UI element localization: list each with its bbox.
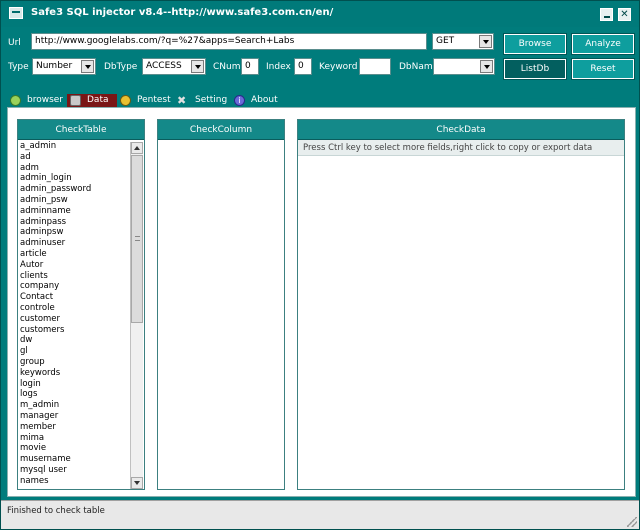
tab-label: Pentest [137,95,171,105]
tools-icon: ✖ [177,94,187,107]
list-item[interactable]: dw [19,335,126,346]
reset-button[interactable]: Reset [571,58,635,80]
database-icon [70,95,81,106]
list-item[interactable]: adminuser [19,238,126,249]
list-item[interactable]: customer [19,314,126,325]
chevron-down-icon [479,35,492,48]
list-item[interactable]: adminpass [19,217,126,228]
dbtype-label: DbType [104,62,138,72]
dbname-select[interactable] [433,58,495,75]
list-item[interactable]: musername [19,454,126,465]
check-table-panel: CheckTable a_admin ad adm admin_login admin_… [17,119,145,490]
list-item[interactable]: adminpsw [19,227,126,238]
column-list[interactable] [159,141,283,488]
table-list-scrollbar[interactable] [130,142,143,489]
list-item[interactable]: names [19,476,126,487]
table-list[interactable]: a_admin ad adm admin_login admin_password adm… [19,141,126,489]
list-item[interactable]: member [19,422,126,433]
tab-about[interactable]: i About [231,94,283,107]
data-grid[interactable] [299,158,623,488]
list-item[interactable]: mysql user [19,465,126,476]
grip-icon [135,236,140,241]
list-item[interactable]: manager [19,411,126,422]
listdb-button[interactable]: ListDb [503,58,567,80]
tab-data[interactable]: Data [67,94,117,107]
main-window: Safe3 SQL injector v8.4--http://www.safe… [0,0,640,530]
scroll-thumb[interactable] [131,155,143,323]
check-column-panel: CheckColumn [157,119,285,490]
title-bar: Safe3 SQL injector v8.4--http://www.safe… [1,1,639,27]
app-icon [9,7,23,19]
status-text: Finished to check table [7,506,105,516]
url-input[interactable]: http://www.googlelabs.com/?q=%27&apps=Se… [31,33,427,50]
method-value: GET [436,36,455,46]
browse-button[interactable]: Browse [503,33,567,55]
analyze-button[interactable]: Analyze [571,33,635,55]
list-item[interactable]: logs [19,389,126,400]
minimize-button[interactable] [600,8,613,21]
close-button[interactable]: ✕ [618,8,631,21]
globe-icon [10,95,21,106]
list-item[interactable]: controle [19,303,126,314]
list-item[interactable]: admin_password [19,184,126,195]
list-item[interactable]: group [19,357,126,368]
keyword-input[interactable] [359,58,391,75]
list-item[interactable]: Contact [19,292,126,303]
type-value: Number [36,61,73,71]
check-data-hint: Press Ctrl key to select more fields,rig… [298,140,624,156]
index-input[interactable]: 0 [294,58,312,75]
list-item[interactable]: login [19,379,126,390]
list-item[interactable]: company [19,281,126,292]
list-item[interactable]: mima [19,433,126,444]
scroll-down-arrow-icon[interactable] [131,477,143,489]
cnum-input[interactable]: 0 [241,58,259,75]
list-item[interactable]: admin_psw [19,195,126,206]
list-item[interactable]: gl [19,346,126,357]
list-item[interactable]: adm [19,163,126,174]
list-item[interactable]: adminname [19,206,126,217]
radiation-icon [120,95,131,106]
window-title: Safe3 SQL injector v8.4--http://www.safe… [31,7,334,18]
check-data-header: CheckData [298,120,624,140]
tab-label: About [251,95,278,105]
status-bar: Finished to check table [1,500,639,529]
tab-label: Setting [195,95,228,105]
list-item[interactable]: article [19,249,126,260]
list-item[interactable]: keywords [19,368,126,379]
list-item[interactable]: ad [19,152,126,163]
scroll-up-arrow-icon[interactable] [131,142,143,154]
check-data-panel: CheckData Press Ctrl key to select more … [297,119,625,490]
keyword-label: Keyword [319,62,358,72]
list-item[interactable]: clients [19,271,126,282]
tab-label: Data [87,95,109,105]
list-item[interactable]: movie [19,443,126,454]
list-item[interactable]: admin_login [19,173,126,184]
chevron-down-icon [81,60,94,73]
chevron-down-icon [480,60,493,73]
tab-pentest[interactable]: Pentest [117,94,175,107]
tab-label: browser [27,95,64,105]
tab-setting[interactable]: ✖ Setting [175,94,231,107]
url-label: Url [8,38,21,48]
cnum-label: CNum [213,62,241,72]
info-icon: i [234,95,245,106]
list-item[interactable]: customers [19,325,126,336]
list-item[interactable]: m_admin [19,400,126,411]
check-column-header: CheckColumn [158,120,284,140]
method-select[interactable]: GET [432,33,494,50]
chevron-down-icon [191,60,204,73]
dbtype-select[interactable]: ACCESS [142,58,206,75]
index-label: Index [266,62,291,72]
type-label: Type [8,62,29,72]
dbtype-value: ACCESS [146,61,182,71]
tab-browser[interactable]: browser [7,94,67,107]
resize-grip-icon[interactable] [627,517,637,527]
check-table-header: CheckTable [18,120,144,140]
type-select[interactable]: Number [32,58,96,75]
list-item[interactable]: a_admin [19,141,126,152]
list-item[interactable]: Autor [19,260,126,271]
